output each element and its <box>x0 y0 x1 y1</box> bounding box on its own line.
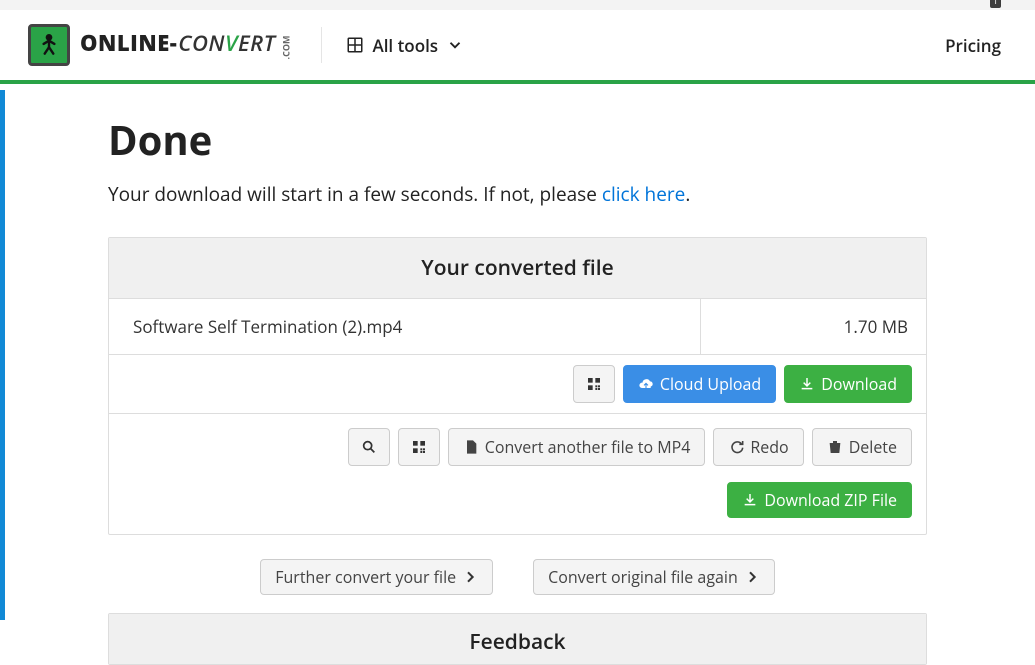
qr-icon <box>411 439 427 455</box>
further-convert-button[interactable]: Further convert your file <box>260 559 493 595</box>
search-icon <box>361 439 377 455</box>
qr-global-button[interactable] <box>398 428 440 466</box>
redo-icon <box>728 439 744 455</box>
chevron-right-icon <box>744 569 760 585</box>
grid-icon <box>346 36 364 54</box>
page-title: Done <box>108 112 927 167</box>
panel-header: Your converted file <box>109 238 926 299</box>
file-row: Software Self Termination (2).mp4 1.70 M… <box>109 299 926 355</box>
brand-logo-icon <box>28 24 70 66</box>
file-actions-row: Cloud Upload Download <box>109 355 926 414</box>
nav-pricing[interactable]: Pricing <box>945 34 1007 57</box>
chevron-right-icon <box>462 569 478 585</box>
download-zip-button[interactable]: Download ZIP File <box>727 482 912 518</box>
left-edge-accent <box>0 90 5 620</box>
bottom-links: Further convert your file Convert origin… <box>108 535 927 613</box>
brand[interactable]: ONLINE-CONVERT.COM <box>28 24 297 66</box>
cloud-upload-button[interactable]: Cloud Upload <box>623 365 776 403</box>
convert-another-label: Convert another file to MP4 <box>485 439 691 455</box>
file-icon <box>463 439 479 455</box>
nav-all-tools[interactable]: All tools <box>321 27 488 63</box>
qr-icon <box>586 376 602 392</box>
feedback-header: Feedback <box>109 614 926 664</box>
download-message-suffix: . <box>685 181 690 207</box>
download-label: Download <box>821 376 897 392</box>
feedback-panel: Feedback <box>108 613 927 665</box>
site-header: ONLINE-CONVERT.COM All tools Pricing <box>0 10 1035 84</box>
delete-button[interactable]: Delete <box>812 428 912 466</box>
cloud-icon <box>638 376 654 392</box>
file-size: 1.70 MB <box>701 299 926 354</box>
brand-wordmark: ONLINE-CONVERT.COM <box>80 28 297 62</box>
convert-another-button[interactable]: Convert another file to MP4 <box>448 428 706 466</box>
download-icon <box>799 376 815 392</box>
extension-badge: 1 <box>990 0 1001 8</box>
redo-button[interactable]: Redo <box>713 428 803 466</box>
download-button[interactable]: Download <box>784 365 912 403</box>
convert-original-label: Convert original file again <box>548 569 738 585</box>
file-name: Software Self Termination (2).mp4 <box>109 299 701 354</box>
zip-row: Download ZIP File <box>109 476 926 534</box>
browser-chrome-stub: 1 <box>0 0 1035 10</box>
further-convert-label: Further convert your file <box>275 569 456 585</box>
nav-all-tools-label: All tools <box>372 34 438 57</box>
main-content: Done Your download will start in a few s… <box>0 84 1035 665</box>
qr-file-button[interactable] <box>573 365 615 403</box>
download-zip-label: Download ZIP File <box>764 492 897 508</box>
trash-icon <box>827 439 843 455</box>
converted-file-panel: Your converted file Software Self Termin… <box>108 237 927 535</box>
delete-label: Delete <box>849 439 897 455</box>
chevron-down-icon <box>446 36 464 54</box>
redo-label: Redo <box>750 439 788 455</box>
header-left: ONLINE-CONVERT.COM All tools <box>28 24 488 66</box>
global-actions-row: Convert another file to MP4 Redo Delete <box>109 414 926 476</box>
cloud-upload-label: Cloud Upload <box>660 376 761 392</box>
download-icon <box>742 492 758 508</box>
download-message-prefix: Your download will start in a few second… <box>108 181 602 207</box>
search-button[interactable] <box>348 428 390 466</box>
convert-original-button[interactable]: Convert original file again <box>533 559 775 595</box>
click-here-link[interactable]: click here <box>602 181 685 207</box>
download-message: Your download will start in a few second… <box>108 181 927 207</box>
